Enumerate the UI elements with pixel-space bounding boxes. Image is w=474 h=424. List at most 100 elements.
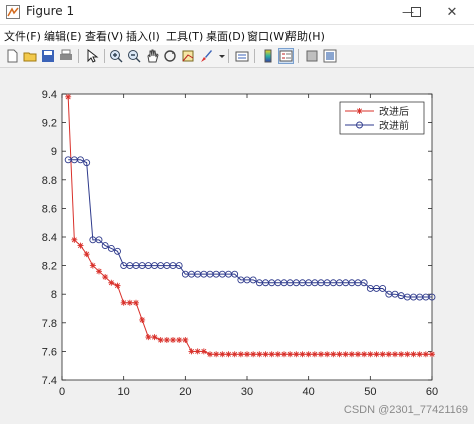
menu-item-7[interactable]: 帮助(H): [286, 28, 325, 44]
y-tick-label: 7.4: [42, 375, 57, 387]
data-point-0-28: [237, 351, 244, 358]
new-figure-icon[interactable]: [4, 48, 20, 64]
brush-icon[interactable]: [198, 48, 214, 64]
y-tick-label: 7.6: [42, 346, 57, 358]
legend-marker-0: [356, 108, 363, 114]
hide-plot-tools-icon[interactable]: [304, 48, 320, 64]
data-point-0-1: [71, 236, 78, 243]
data-point-0-10: [126, 299, 133, 306]
close-button[interactable]: ✕: [430, 0, 474, 24]
y-tick-label: 8.6: [42, 203, 57, 215]
edit-plot-arrow-icon[interactable]: [84, 48, 100, 64]
y-tick-label: 8.4: [42, 232, 57, 244]
data-point-0-5: [96, 268, 102, 275]
data-point-0-21: [194, 348, 201, 355]
data-point-0-19: [182, 336, 189, 343]
menu-item-5[interactable]: 桌面(D): [206, 28, 245, 44]
save-icon[interactable]: [40, 48, 56, 64]
data-point-0-46: [348, 351, 355, 358]
legend-label-0: 改进后: [379, 105, 409, 118]
menu-item-2[interactable]: 查看(V): [85, 28, 123, 44]
open-file-icon[interactable]: [22, 48, 38, 64]
data-point-0-39: [305, 351, 312, 358]
figure-toolbar: [0, 45, 474, 68]
colorbar-icon[interactable]: [260, 48, 276, 64]
data-point-0-20: [188, 348, 195, 355]
window-titlebar: Figure 1 — ✕: [0, 0, 474, 25]
x-tick-label: 50: [364, 386, 376, 398]
data-point-0-37: [293, 351, 300, 358]
menu-bar: 文件(F) 编辑(E) 查看(V) 插入(I) 工具(T) 桌面(D) 窗口(W) 帮助(H): [0, 25, 474, 45]
menu-item-0[interactable]: 文件(F): [4, 28, 41, 44]
data-point-0-50: [373, 351, 380, 358]
data-point-0-11: [133, 299, 139, 306]
rotate-3d-icon[interactable]: [162, 48, 178, 64]
watermark-text: CSDN @2301_77421169: [343, 404, 468, 416]
data-point-0-59: [429, 351, 435, 358]
data-point-0-54: [398, 351, 405, 358]
data-point-0-16: [163, 336, 170, 343]
data-point-0-15: [157, 336, 164, 343]
x-tick-label: 10: [118, 386, 130, 398]
data-point-0-31: [256, 351, 263, 358]
y-tick-label: 9.4: [42, 89, 57, 101]
data-point-0-43: [330, 351, 337, 358]
data-point-0-30: [250, 351, 257, 358]
data-point-0-8: [114, 282, 121, 289]
data-point-0-0: [65, 93, 72, 100]
figure-canvas: 7.4 7.6 7.8 8 8.2 8.4 8.6 8.8 9 9.2 9.4 0 10 20 30 40 50…: [0, 68, 474, 420]
zoom-in-icon[interactable]: [108, 48, 124, 64]
data-point-0-36: [287, 351, 294, 358]
data-point-0-57: [416, 351, 423, 358]
data-point-0-42: [324, 351, 331, 358]
data-point-0-44: [336, 351, 343, 358]
data-point-0-32: [262, 351, 269, 358]
matlab-figure-icon: [6, 5, 20, 19]
data-point-0-35: [281, 351, 287, 358]
data-point-0-56: [410, 351, 417, 358]
toolbar-separator: [104, 49, 105, 63]
data-point-0-14: [151, 334, 158, 341]
data-point-0-18: [176, 336, 183, 343]
x-tick-label: 30: [241, 386, 253, 398]
x-tick-label: 20: [179, 386, 191, 398]
menu-item-3[interactable]: 插入(I): [126, 28, 160, 44]
data-point-0-29: [244, 351, 250, 358]
menu-item-4[interactable]: 工具(T): [166, 28, 203, 44]
show-plot-tools-icon[interactable]: [322, 48, 338, 64]
data-point-0-17: [170, 336, 176, 343]
toolbar-separator: [298, 49, 299, 63]
menu-item-1[interactable]: 编辑(E): [44, 28, 82, 44]
pan-hand-icon[interactable]: [144, 48, 160, 64]
menu-item-6[interactable]: 窗口(W): [247, 28, 288, 44]
x-tick-label: 0: [59, 386, 65, 398]
toolbar-separator: [228, 49, 229, 63]
x-tick-label: 40: [303, 386, 315, 398]
toolbar-separator: [254, 49, 255, 63]
y-tick-label: 9.2: [42, 118, 57, 130]
link-plot-icon[interactable]: [234, 48, 250, 64]
data-point-0-2: [77, 242, 84, 249]
data-point-0-34: [274, 351, 281, 358]
data-point-0-3: [83, 251, 90, 258]
data-point-0-53: [392, 351, 398, 358]
data-point-0-25: [219, 351, 226, 358]
axes-box: [61, 93, 433, 381]
data-point-0-51: [379, 351, 386, 358]
zoom-out-icon[interactable]: [126, 48, 142, 64]
data-point-0-26: [225, 351, 232, 358]
window-title: Figure 1: [26, 4, 75, 18]
toolbar-separator: [78, 49, 79, 63]
legend-icon[interactable]: [278, 48, 294, 64]
data-point-0-12: [139, 316, 146, 323]
data-point-0-52: [385, 351, 392, 358]
data-point-0-4: [89, 262, 96, 269]
data-point-0-6: [102, 274, 109, 281]
data-point-0-48: [361, 351, 368, 358]
y-tick-label: 8: [51, 289, 57, 301]
data-cursor-icon[interactable]: [180, 48, 196, 64]
data-point-0-24: [213, 351, 220, 358]
print-icon[interactable]: [58, 48, 74, 64]
y-tick-label: 8.8: [42, 175, 57, 187]
data-point-0-27: [231, 351, 238, 358]
